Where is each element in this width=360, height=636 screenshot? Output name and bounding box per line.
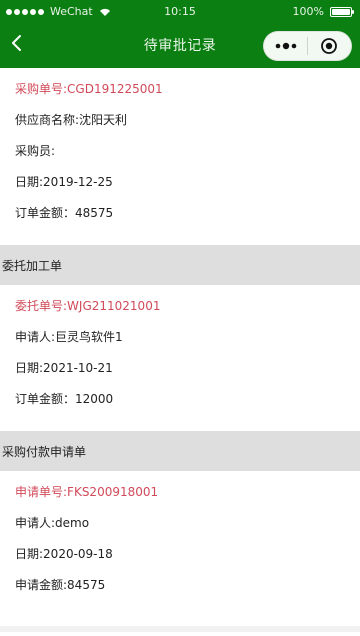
purchase-order-number: 采购单号:CGD191225001 [15, 82, 163, 96]
section-header-payment: 采购付款申请单 [0, 431, 360, 471]
content-area: 采购单号:CGD191225001 供应商名称:沈阳天利 采购员: 日期:201… [0, 68, 360, 636]
outsourcing-date: 日期:2021-10-21 [15, 361, 113, 375]
purchase-amount: 订单金额：48575 [15, 206, 114, 220]
payment-date: 日期:2020-09-18 [15, 547, 113, 561]
purchase-order-record[interactable]: 采购单号:CGD191225001 供应商名称:沈阳天利 采购员: 日期:201… [0, 68, 360, 235]
more-dots-icon [275, 42, 297, 50]
target-close-icon [321, 38, 337, 54]
section-header-outsourcing: 委托加工单 [0, 245, 360, 285]
payment-request-record[interactable]: 申请单号:FKS200918001 申请人:demo 日期:2020-09-18… [0, 471, 360, 607]
outsourcing-record[interactable]: 委托单号:WJG211021001 申请人:巨灵鸟软件1 日期:2021-10-… [0, 285, 360, 421]
status-bar: WeChat 10:15 100% [0, 0, 360, 22]
supplier-name: 供应商名称:沈阳天利 [15, 113, 128, 127]
purchase-date: 日期:2019-12-25 [15, 175, 113, 189]
top-header: WeChat 10:15 100% 待审批记录 [0, 0, 360, 68]
more-button[interactable] [274, 34, 298, 58]
mini-program-capsule [263, 31, 352, 61]
battery-percent: 100% [292, 5, 324, 18]
bottom-divider [0, 626, 360, 632]
capsule-divider [307, 37, 308, 55]
payment-amount: 申请金额:84575 [15, 578, 106, 592]
status-right: 100% [292, 5, 354, 18]
outsourcing-order-number: 委托单号:WJG211021001 [15, 299, 161, 313]
close-button[interactable] [317, 34, 341, 58]
payment-request-number: 申请单号:FKS200918001 [15, 485, 159, 499]
outsourcing-amount: 订单金额：12000 [15, 392, 114, 406]
battery-icon [330, 6, 354, 17]
payment-applicant: 申请人:demo [15, 516, 90, 530]
outsourcing-applicant: 申请人:巨灵鸟软件1 [15, 330, 123, 344]
battery-fill [332, 8, 350, 15]
section-spacer [0, 235, 360, 245]
section-spacer [0, 421, 360, 431]
nav-bar: 待审批记录 [0, 22, 360, 68]
buyer-name: 采购员: [15, 144, 56, 158]
